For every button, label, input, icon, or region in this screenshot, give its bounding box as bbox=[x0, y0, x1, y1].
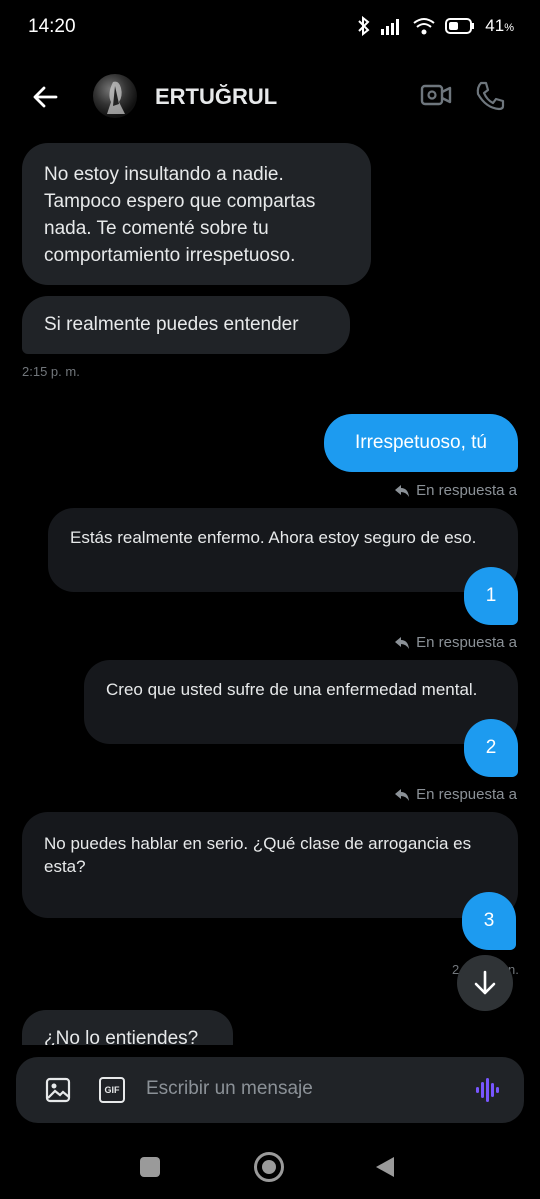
quoted-text: Estás realmente enfermo. Ahora estoy seg… bbox=[70, 528, 477, 547]
reply-context: En respuesta a bbox=[394, 482, 517, 499]
reply-arrow-icon bbox=[395, 788, 410, 801]
recent-apps-button[interactable] bbox=[140, 1157, 160, 1177]
bluetooth-icon bbox=[358, 16, 370, 36]
message-text: ¿No lo entiendes? bbox=[44, 1028, 199, 1045]
outgoing-message[interactable]: Irrespetuoso, tú bbox=[324, 414, 518, 472]
phone-icon[interactable] bbox=[474, 80, 506, 112]
outgoing-reply[interactable]: 1 bbox=[464, 567, 518, 625]
voice-icon[interactable] bbox=[474, 1076, 502, 1104]
incoming-message[interactable]: Si realmente puedes entender bbox=[22, 296, 350, 354]
back-arrow-icon[interactable] bbox=[30, 82, 60, 112]
wifi-icon bbox=[413, 18, 435, 35]
quoted-text: Creo que usted sufre de una enfermedad m… bbox=[106, 680, 478, 699]
nav-back-icon[interactable] bbox=[374, 1155, 396, 1179]
message-input[interactable]: Escribir un mensaje bbox=[146, 1078, 313, 1100]
outgoing-reply[interactable]: 2 bbox=[464, 719, 518, 777]
battery-level: 41% bbox=[485, 16, 514, 35]
quoted-message[interactable]: No puedes hablar en serio. ¿Qué clase de… bbox=[22, 812, 518, 918]
reply-context: En respuesta a bbox=[394, 634, 517, 651]
incoming-message[interactable]: ¿No lo entiendes? bbox=[22, 1010, 233, 1045]
message-text: Si realmente puedes entender bbox=[44, 314, 299, 335]
message-clip: ¿No lo entiendes? bbox=[22, 1010, 322, 1045]
avatar[interactable] bbox=[93, 74, 137, 118]
reply-arrow-icon bbox=[395, 484, 410, 497]
video-call-icon[interactable] bbox=[420, 82, 452, 108]
incoming-message[interactable]: No estoy insultando a nadie. Tampoco esp… bbox=[22, 143, 371, 285]
signal-icon bbox=[381, 19, 400, 35]
status-time: 14:20 bbox=[28, 16, 76, 37]
quoted-message[interactable]: Estás realmente enfermo. Ahora estoy seg… bbox=[48, 508, 518, 592]
home-button[interactable] bbox=[254, 1152, 284, 1182]
message-text: 3 bbox=[483, 910, 495, 931]
quoted-message[interactable]: Creo que usted sufre de una enfermedad m… bbox=[84, 660, 518, 744]
reply-arrow-icon bbox=[395, 636, 410, 649]
message-text: 2 bbox=[485, 737, 497, 758]
message-text: No estoy insultando a nadie. Tampoco esp… bbox=[44, 164, 316, 266]
quoted-text: No puedes hablar en serio. ¿Qué clase de… bbox=[44, 834, 472, 876]
battery-icon bbox=[445, 18, 475, 34]
scroll-to-bottom-button[interactable] bbox=[457, 955, 513, 1011]
reply-context: En respuesta a bbox=[394, 786, 517, 803]
contact-name[interactable]: ERTUĞRUL bbox=[155, 84, 277, 110]
image-icon[interactable] bbox=[45, 1077, 71, 1103]
message-text: Irrespetuoso, tú bbox=[354, 432, 488, 453]
arrow-down-icon bbox=[474, 970, 496, 995]
gif-icon[interactable]: GIF bbox=[99, 1077, 125, 1103]
home-dot bbox=[262, 1160, 276, 1174]
message-timestamp: 2:15 p. m. bbox=[22, 364, 80, 379]
status-icons: 41% bbox=[357, 16, 514, 36]
outgoing-reply[interactable]: 3 bbox=[462, 892, 516, 950]
message-text: 1 bbox=[485, 585, 497, 606]
